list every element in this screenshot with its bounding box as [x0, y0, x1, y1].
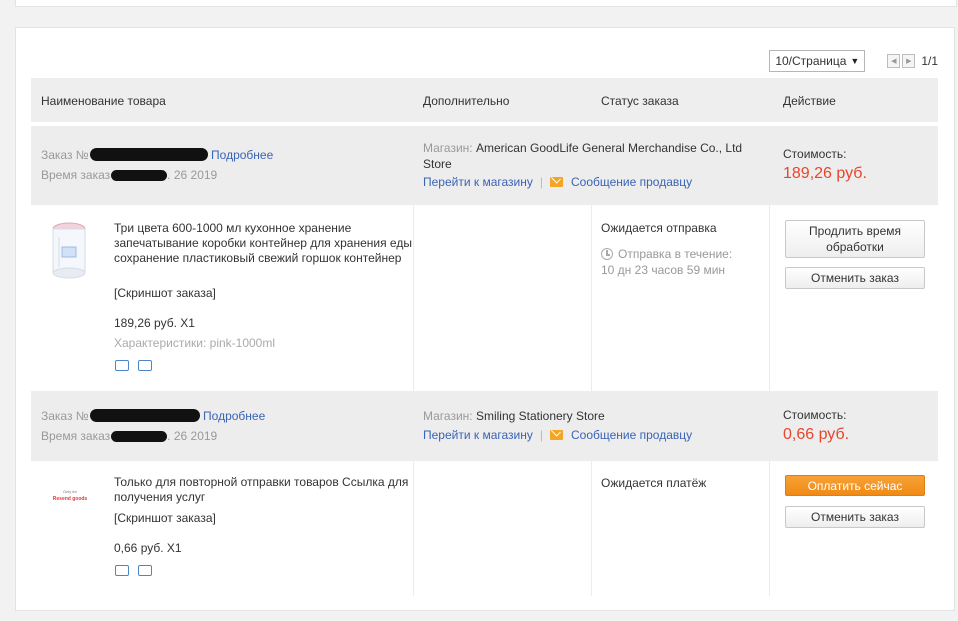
- table-header: Наименование товара Дополнительно Статус…: [31, 78, 938, 122]
- cost-label: Стоимость:: [783, 147, 847, 161]
- redaction-mark: [89, 409, 200, 422]
- order-time-line: Время заказ . 26 2019: [41, 168, 217, 182]
- arrow-right-icon[interactable]: ▶: [902, 54, 916, 68]
- previous-panel-edge: [15, 0, 957, 7]
- column-divider: [591, 205, 592, 391]
- product-price-qty: 0,66 руб. X1: [114, 541, 182, 555]
- pay-now-button[interactable]: Оплатить сейчас: [785, 475, 925, 496]
- go-to-store-link[interactable]: Перейти к магазину: [423, 175, 533, 189]
- product-price-qty: 189,26 руб. X1: [114, 316, 195, 330]
- go-to-store-link[interactable]: Перейти к магазину: [423, 428, 533, 442]
- column-status: Статус заказа: [601, 94, 679, 108]
- message-seller-link[interactable]: Сообщение продавцу: [571, 428, 692, 442]
- store-info: Магазин: American GoodLife General Merch…: [423, 140, 763, 172]
- redaction-mark: [89, 148, 208, 161]
- page-count: 1/1: [921, 54, 938, 68]
- column-product: Наименование товара: [41, 94, 166, 108]
- return-icon[interactable]: [138, 565, 152, 576]
- redaction-mark: [111, 170, 168, 181]
- cost-label: Стоимость:: [783, 408, 847, 422]
- order-number-label: Заказ №: [41, 409, 89, 423]
- truck-icon[interactable]: [115, 565, 129, 576]
- order-status: Ожидается отправка: [601, 221, 717, 235]
- store-label: Магазин:: [423, 409, 473, 423]
- cost-value: 0,66 руб.: [783, 426, 850, 443]
- order-status: Ожидается платёж: [601, 476, 707, 490]
- product-thumbnail[interactable]: [49, 217, 89, 283]
- per-page-select[interactable]: 10/Страница ▼: [769, 50, 866, 72]
- separator: |: [539, 175, 543, 189]
- order-time-label: Время заказ: [41, 429, 111, 443]
- column-divider: [591, 461, 592, 596]
- order-body: Три цвета 600-1000 мл кухонное хранение …: [31, 205, 938, 391]
- cancel-order-button[interactable]: Отменить заказ: [785, 506, 925, 528]
- cost-value: 189,26 руб.: [783, 165, 867, 182]
- countdown-label: Отправка в течение:: [618, 247, 733, 261]
- chevron-down-icon: ▼: [850, 56, 860, 66]
- order-time-value: . 26 2019: [167, 429, 218, 443]
- product-icons: [115, 360, 161, 371]
- store-name: Smiling Stationery Store: [475, 409, 605, 423]
- redaction-mark: [111, 431, 168, 442]
- order-body: Only for Resend goods Только для повторн…: [31, 461, 938, 596]
- column-extra: Дополнительно: [423, 94, 510, 108]
- per-page-value: 10/Страница: [775, 54, 847, 68]
- order-header: Заказ № Подробнее Время заказ . 26 2019 М…: [31, 126, 938, 205]
- thumbnail-text: Resend goods: [52, 496, 88, 502]
- store-label: Магазин:: [423, 141, 473, 155]
- pagination: 10/Страница ▼ ◀ ▶ 1/1: [769, 49, 938, 73]
- order-number-line: Заказ № Подробнее: [41, 148, 273, 162]
- order-number-label: Заказ №: [41, 148, 89, 162]
- countdown-value: 10 дн 23 часов 59 мин: [601, 263, 726, 277]
- store-links: Перейти к магазину | Сообщение продавцу: [423, 428, 692, 442]
- clock-icon: [601, 248, 613, 260]
- product-title[interactable]: Три цвета 600-1000 мл кухонное хранение …: [114, 221, 414, 266]
- column-divider: [769, 461, 770, 596]
- product-title[interactable]: Только для повторной отправки товаров Сс…: [114, 475, 414, 505]
- order-screenshot-link[interactable]: [Скриншот заказа]: [114, 286, 216, 300]
- order-screenshot-link[interactable]: [Скриншот заказа]: [114, 511, 216, 525]
- store-links: Перейти к магазину | Сообщение продавцу: [423, 175, 692, 189]
- order-time-label: Время заказ: [41, 168, 111, 182]
- message-seller-link[interactable]: Сообщение продавцу: [571, 175, 692, 189]
- truck-icon[interactable]: [115, 360, 129, 371]
- product-thumbnail[interactable]: Only for Resend goods: [45, 489, 95, 515]
- order-time-value: . 26 2019: [167, 168, 218, 182]
- order-details-link[interactable]: Подробнее: [211, 148, 273, 162]
- column-action: Действие: [783, 94, 836, 108]
- order-details-link[interactable]: Подробнее: [203, 409, 265, 423]
- store-info: Магазин: Smiling Stationery Store: [423, 408, 763, 424]
- order-header: Заказ № Подробнее Время заказ . 26 2019 М…: [31, 391, 938, 461]
- extend-processing-button[interactable]: Продлить время обработки: [785, 220, 925, 258]
- cancel-order-button[interactable]: Отменить заказ: [785, 267, 925, 289]
- return-icon[interactable]: [138, 360, 152, 371]
- column-divider: [769, 205, 770, 391]
- order-number-line: Заказ № Подробнее: [41, 409, 265, 423]
- product-icons: [115, 565, 161, 576]
- product-attributes: Характеристики: pink-1000ml: [114, 336, 276, 350]
- envelope-icon: [550, 177, 563, 187]
- envelope-icon: [550, 430, 563, 440]
- shipping-countdown: Отправка в течение: 10 дн 23 часов 59 ми…: [601, 246, 732, 278]
- separator: |: [539, 428, 543, 442]
- order-time-line: Время заказ . 26 2019: [41, 429, 217, 443]
- arrow-left-icon[interactable]: ◀: [887, 54, 901, 68]
